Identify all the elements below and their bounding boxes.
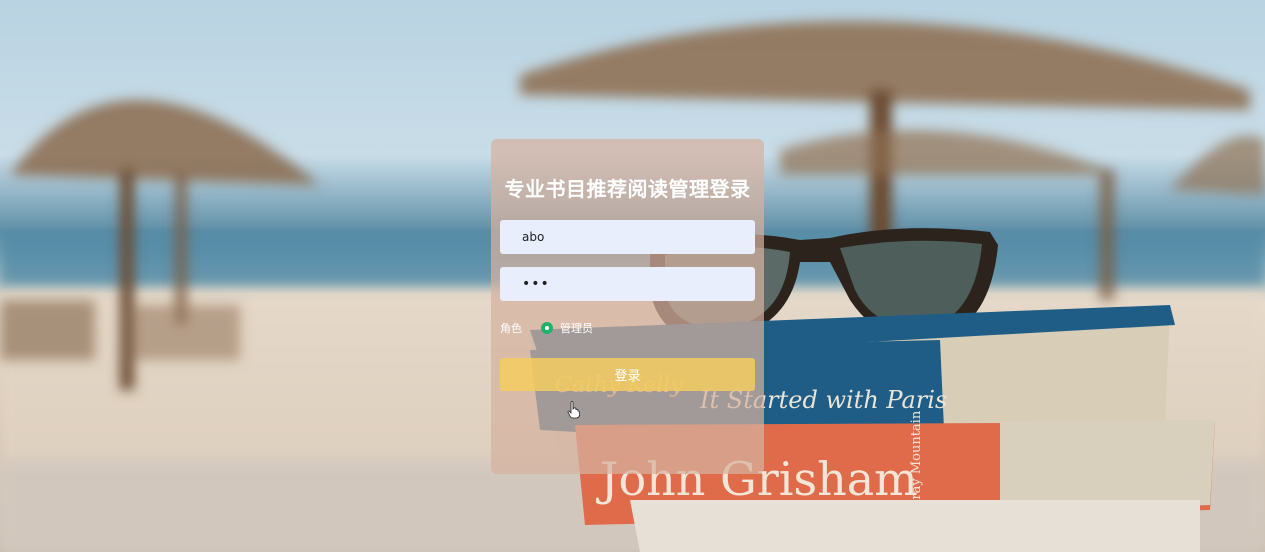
role-option-admin[interactable]: 管理员	[542, 320, 593, 336]
login-card: 专业书目推荐阅读管理登录 角色 管理员 登录	[491, 139, 764, 474]
role-selector: 角色 管理员	[500, 320, 755, 336]
role-option-label: 管理员	[560, 322, 593, 335]
login-title: 专业书目推荐阅读管理登录	[504, 177, 751, 201]
role-label: 角色	[500, 322, 522, 335]
bottom-book	[630, 500, 1200, 552]
radio-selected-icon[interactable]	[542, 323, 552, 333]
username-input[interactable]	[500, 220, 755, 254]
password-input[interactable]	[500, 267, 755, 301]
hand-pointer-icon	[567, 401, 580, 419]
orange-book-subtitle: Gray Mountain	[909, 410, 924, 510]
login-button[interactable]: 登录	[500, 358, 755, 391]
